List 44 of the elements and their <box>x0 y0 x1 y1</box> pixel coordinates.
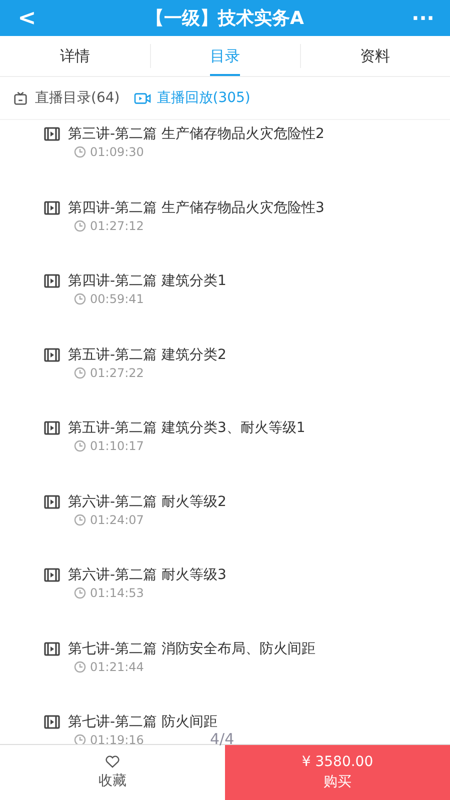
clock-icon <box>74 514 86 526</box>
video-camera-icon <box>134 90 151 106</box>
lesson-title[interactable]: 第七讲-第二篇 防火间距 <box>68 712 218 732</box>
lesson-duration: 01:09:30 <box>90 144 144 160</box>
tab[interactable]: 资料 <box>300 36 450 76</box>
lesson-duration: 00:59:41 <box>90 291 144 307</box>
clock-icon <box>74 587 86 599</box>
lesson-title[interactable]: 第五讲-第二篇 建筑分类3、耐火等级1 <box>68 418 306 438</box>
tab[interactable]: 详情 <box>0 36 150 76</box>
lesson-title[interactable]: 第四讲-第二篇 生产储存物品火灾危险性3 <box>68 198 324 218</box>
clock-icon <box>74 146 86 158</box>
lesson-duration: 01:27:22 <box>90 364 144 380</box>
lesson-duration: 01:21:44 <box>90 658 144 674</box>
film-icon <box>44 421 60 435</box>
film-icon <box>44 274 60 288</box>
subtab[interactable]: 直播目录(64) <box>12 89 120 107</box>
film-icon <box>44 642 60 656</box>
film-icon <box>44 200 60 214</box>
film-icon <box>44 715 60 729</box>
clock-icon <box>74 440 86 452</box>
lesson-duration: 01:19:16 <box>90 732 144 744</box>
clock-icon <box>74 734 86 744</box>
lesson-title[interactable]: 第六讲-第二篇 耐火等级2 <box>68 492 226 512</box>
page-indicator: 4/4 <box>210 730 234 748</box>
film-icon <box>44 494 60 508</box>
lesson-title[interactable]: 第四讲-第二篇 建筑分类1 <box>68 271 226 291</box>
tv-icon <box>12 90 29 106</box>
lesson-title[interactable]: 第六讲-第二篇 耐火等级3 <box>68 565 226 585</box>
page-title: 【一级】技术实务A <box>146 7 304 30</box>
clock-icon <box>74 660 86 672</box>
film-icon <box>44 127 60 141</box>
lesson-title[interactable]: 第七讲-第二篇 消防安全布局、防火间距 <box>68 638 316 658</box>
clock-icon <box>74 366 86 378</box>
heart-icon <box>105 755 120 768</box>
lesson-duration: 01:14:53 <box>90 585 144 601</box>
film-icon <box>44 568 60 582</box>
lesson-duration: 01:27:12 <box>90 218 144 234</box>
film-icon <box>44 348 60 362</box>
lesson-title[interactable]: 第五讲-第二篇 建筑分类2 <box>68 344 226 364</box>
lesson-title[interactable]: 第三讲-第二篇 生产储存物品火灾危险性2 <box>68 124 324 144</box>
clock-icon <box>74 220 86 232</box>
lesson-duration: 01:24:07 <box>90 512 144 528</box>
clock-icon <box>74 293 86 305</box>
lesson-duration: 01:10:17 <box>90 438 144 454</box>
